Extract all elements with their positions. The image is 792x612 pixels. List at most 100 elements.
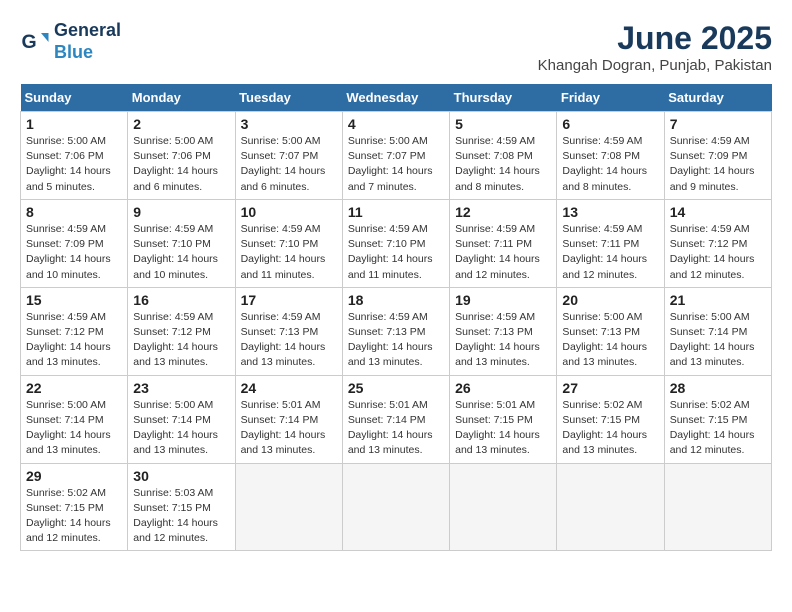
col-saturday: Saturday <box>664 84 771 112</box>
calendar-cell: 9 Sunrise: 4:59 AMSunset: 7:10 PMDayligh… <box>128 199 235 287</box>
day-detail: Sunrise: 5:01 AMSunset: 7:14 PMDaylight:… <box>241 399 326 457</box>
day-detail: Sunrise: 5:00 AMSunset: 7:06 PMDaylight:… <box>26 135 111 193</box>
col-sunday: Sunday <box>21 84 128 112</box>
calendar-week-row: 29 Sunrise: 5:02 AMSunset: 7:15 PMDaylig… <box>21 463 772 551</box>
day-detail: Sunrise: 5:00 AMSunset: 7:07 PMDaylight:… <box>241 135 326 193</box>
day-number: 13 <box>562 204 658 220</box>
day-detail: Sunrise: 5:03 AMSunset: 7:15 PMDaylight:… <box>133 487 218 545</box>
day-detail: Sunrise: 5:02 AMSunset: 7:15 PMDaylight:… <box>26 487 111 545</box>
header-row: Sunday Monday Tuesday Wednesday Thursday… <box>21 84 772 112</box>
day-detail: Sunrise: 4:59 AMSunset: 7:10 PMDaylight:… <box>348 223 433 281</box>
col-monday: Monday <box>128 84 235 112</box>
day-detail: Sunrise: 5:00 AMSunset: 7:14 PMDaylight:… <box>26 399 111 457</box>
day-detail: Sunrise: 4:59 AMSunset: 7:13 PMDaylight:… <box>455 311 540 369</box>
calendar-cell: 29 Sunrise: 5:02 AMSunset: 7:15 PMDaylig… <box>21 463 128 551</box>
day-detail: Sunrise: 5:00 AMSunset: 7:14 PMDaylight:… <box>133 399 218 457</box>
calendar-cell: 11 Sunrise: 4:59 AMSunset: 7:10 PMDaylig… <box>342 199 449 287</box>
calendar-cell: 28 Sunrise: 5:02 AMSunset: 7:15 PMDaylig… <box>664 375 771 463</box>
calendar-week-row: 22 Sunrise: 5:00 AMSunset: 7:14 PMDaylig… <box>21 375 772 463</box>
calendar-cell: 14 Sunrise: 4:59 AMSunset: 7:12 PMDaylig… <box>664 199 771 287</box>
calendar-cell: 12 Sunrise: 4:59 AMSunset: 7:11 PMDaylig… <box>450 199 557 287</box>
day-detail: Sunrise: 4:59 AMSunset: 7:10 PMDaylight:… <box>133 223 218 281</box>
location-subtitle: Khangah Dogran, Punjab, Pakistan <box>538 57 772 74</box>
calendar-cell: 23 Sunrise: 5:00 AMSunset: 7:14 PMDaylig… <box>128 375 235 463</box>
calendar-cell: 4 Sunrise: 5:00 AMSunset: 7:07 PMDayligh… <box>342 112 449 200</box>
calendar-table: Sunday Monday Tuesday Wednesday Thursday… <box>20 84 772 551</box>
day-detail: Sunrise: 5:00 AMSunset: 7:07 PMDaylight:… <box>348 135 433 193</box>
day-number: 28 <box>670 380 766 396</box>
day-number: 11 <box>348 204 444 220</box>
calendar-cell <box>664 463 771 551</box>
calendar-cell: 13 Sunrise: 4:59 AMSunset: 7:11 PMDaylig… <box>557 199 664 287</box>
day-number: 1 <box>26 116 122 132</box>
day-number: 17 <box>241 292 337 308</box>
day-number: 2 <box>133 116 229 132</box>
col-thursday: Thursday <box>450 84 557 112</box>
calendar-cell: 1 Sunrise: 5:00 AMSunset: 7:06 PMDayligh… <box>21 112 128 200</box>
calendar-cell: 10 Sunrise: 4:59 AMSunset: 7:10 PMDaylig… <box>235 199 342 287</box>
day-detail: Sunrise: 4:59 AMSunset: 7:12 PMDaylight:… <box>133 311 218 369</box>
calendar-cell: 5 Sunrise: 4:59 AMSunset: 7:08 PMDayligh… <box>450 112 557 200</box>
day-number: 10 <box>241 204 337 220</box>
day-detail: Sunrise: 4:59 AMSunset: 7:09 PMDaylight:… <box>26 223 111 281</box>
day-number: 27 <box>562 380 658 396</box>
calendar-cell: 27 Sunrise: 5:02 AMSunset: 7:15 PMDaylig… <box>557 375 664 463</box>
calendar-cell: 17 Sunrise: 4:59 AMSunset: 7:13 PMDaylig… <box>235 287 342 375</box>
day-detail: Sunrise: 4:59 AMSunset: 7:13 PMDaylight:… <box>348 311 433 369</box>
day-number: 21 <box>670 292 766 308</box>
day-number: 3 <box>241 116 337 132</box>
day-detail: Sunrise: 4:59 AMSunset: 7:12 PMDaylight:… <box>26 311 111 369</box>
day-number: 7 <box>670 116 766 132</box>
day-detail: Sunrise: 5:02 AMSunset: 7:15 PMDaylight:… <box>670 399 755 457</box>
calendar-cell: 19 Sunrise: 4:59 AMSunset: 7:13 PMDaylig… <box>450 287 557 375</box>
day-number: 22 <box>26 380 122 396</box>
day-detail: Sunrise: 5:00 AMSunset: 7:06 PMDaylight:… <box>133 135 218 193</box>
day-detail: Sunrise: 4:59 AMSunset: 7:11 PMDaylight:… <box>562 223 647 281</box>
day-detail: Sunrise: 5:00 AMSunset: 7:14 PMDaylight:… <box>670 311 755 369</box>
day-detail: Sunrise: 4:59 AMSunset: 7:08 PMDaylight:… <box>455 135 540 193</box>
svg-text:G: G <box>22 31 37 53</box>
calendar-cell: 7 Sunrise: 4:59 AMSunset: 7:09 PMDayligh… <box>664 112 771 200</box>
title-block: June 2025 Khangah Dogran, Punjab, Pakist… <box>538 20 772 74</box>
col-tuesday: Tuesday <box>235 84 342 112</box>
day-detail: Sunrise: 4:59 AMSunset: 7:10 PMDaylight:… <box>241 223 326 281</box>
logo-line2: Blue <box>54 42 93 62</box>
day-number: 26 <box>455 380 551 396</box>
day-detail: Sunrise: 5:02 AMSunset: 7:15 PMDaylight:… <box>562 399 647 457</box>
day-detail: Sunrise: 4:59 AMSunset: 7:09 PMDaylight:… <box>670 135 755 193</box>
calendar-cell: 21 Sunrise: 5:00 AMSunset: 7:14 PMDaylig… <box>664 287 771 375</box>
day-number: 8 <box>26 204 122 220</box>
calendar-cell <box>342 463 449 551</box>
calendar-cell: 22 Sunrise: 5:00 AMSunset: 7:14 PMDaylig… <box>21 375 128 463</box>
day-number: 14 <box>670 204 766 220</box>
day-detail: Sunrise: 4:59 AMSunset: 7:11 PMDaylight:… <box>455 223 540 281</box>
calendar-cell <box>235 463 342 551</box>
calendar-week-row: 1 Sunrise: 5:00 AMSunset: 7:06 PMDayligh… <box>21 112 772 200</box>
calendar-cell: 26 Sunrise: 5:01 AMSunset: 7:15 PMDaylig… <box>450 375 557 463</box>
day-detail: Sunrise: 4:59 AMSunset: 7:08 PMDaylight:… <box>562 135 647 193</box>
day-number: 4 <box>348 116 444 132</box>
calendar-cell: 8 Sunrise: 4:59 AMSunset: 7:09 PMDayligh… <box>21 199 128 287</box>
page-header: G General Blue June 2025 Khangah Dogran,… <box>20 20 772 74</box>
calendar-cell: 2 Sunrise: 5:00 AMSunset: 7:06 PMDayligh… <box>128 112 235 200</box>
day-number: 29 <box>26 468 122 484</box>
day-detail: Sunrise: 5:01 AMSunset: 7:14 PMDaylight:… <box>348 399 433 457</box>
logo-line1: General <box>54 20 121 40</box>
day-number: 6 <box>562 116 658 132</box>
calendar-cell: 20 Sunrise: 5:00 AMSunset: 7:13 PMDaylig… <box>557 287 664 375</box>
day-number: 12 <box>455 204 551 220</box>
calendar-week-row: 15 Sunrise: 4:59 AMSunset: 7:12 PMDaylig… <box>21 287 772 375</box>
calendar-cell: 6 Sunrise: 4:59 AMSunset: 7:08 PMDayligh… <box>557 112 664 200</box>
logo-icon: G <box>20 27 50 57</box>
day-detail: Sunrise: 5:01 AMSunset: 7:15 PMDaylight:… <box>455 399 540 457</box>
calendar-cell <box>450 463 557 551</box>
calendar-cell: 3 Sunrise: 5:00 AMSunset: 7:07 PMDayligh… <box>235 112 342 200</box>
calendar-cell: 24 Sunrise: 5:01 AMSunset: 7:14 PMDaylig… <box>235 375 342 463</box>
day-number: 19 <box>455 292 551 308</box>
day-number: 9 <box>133 204 229 220</box>
calendar-cell: 16 Sunrise: 4:59 AMSunset: 7:12 PMDaylig… <box>128 287 235 375</box>
logo: G General Blue <box>20 20 121 63</box>
col-wednesday: Wednesday <box>342 84 449 112</box>
day-number: 18 <box>348 292 444 308</box>
month-title: June 2025 <box>538 20 772 57</box>
